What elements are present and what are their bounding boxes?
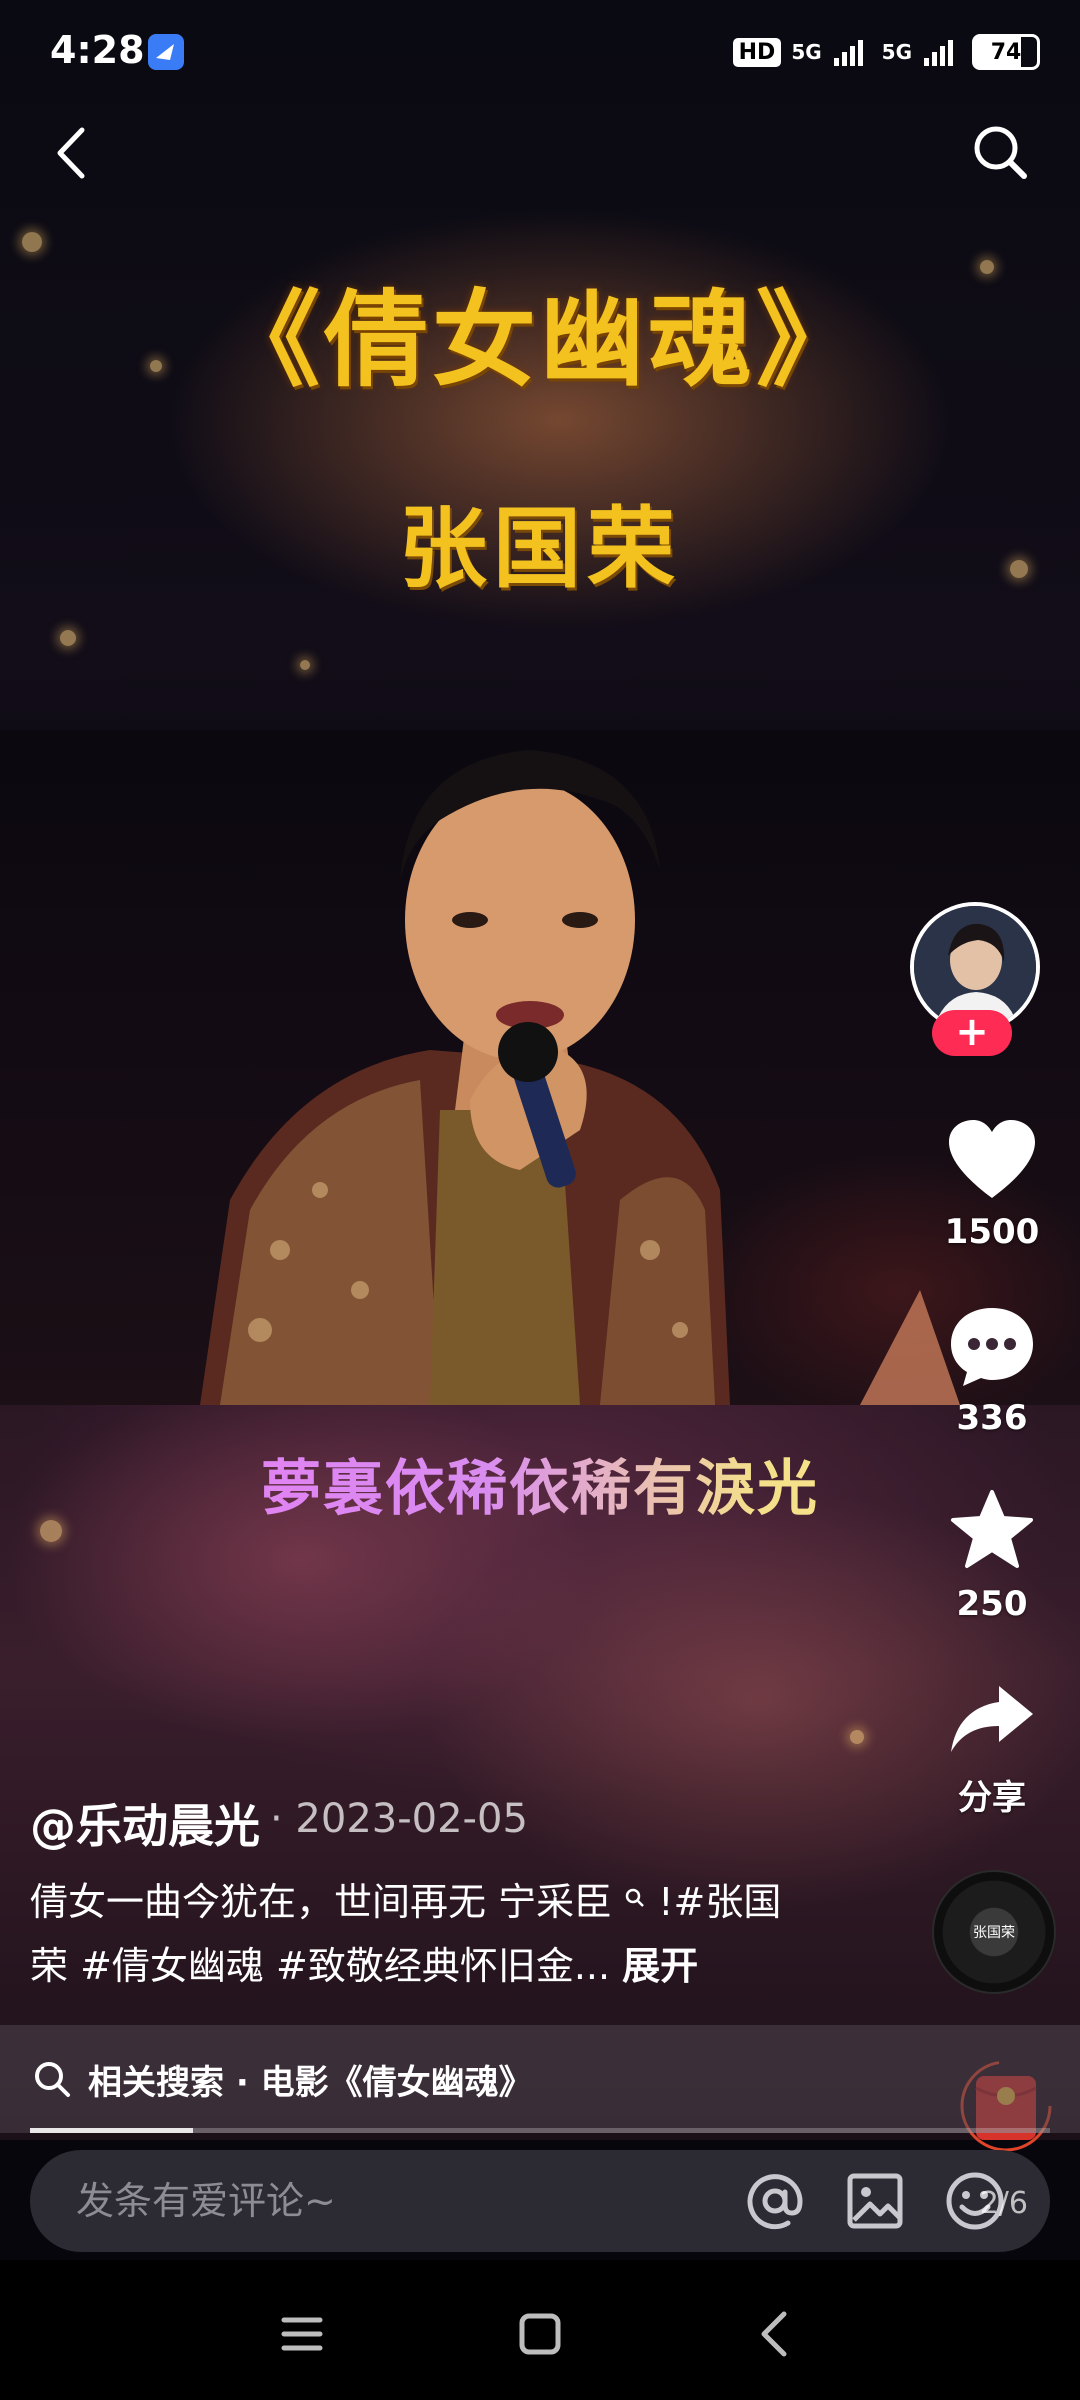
back-icon xyxy=(57,127,85,179)
battery-icon: 74 xyxy=(972,34,1040,70)
share-icon xyxy=(951,1686,1033,1752)
menu-icon xyxy=(281,2317,323,2351)
comment-count: 336 xyxy=(956,1398,1028,1438)
home-button[interactable] xyxy=(518,2312,562,2360)
home-icon xyxy=(519,2313,561,2355)
post-date: · 2023-02-05 xyxy=(270,1796,528,1842)
sparkle xyxy=(22,232,42,252)
star-icon xyxy=(951,1490,1033,1568)
recent-apps-button[interactable] xyxy=(280,2314,324,2358)
comment-bar xyxy=(30,2150,1050,2252)
search-button[interactable] xyxy=(970,122,1030,182)
lyric-subtitle: 夢裏依稀依稀有淚光 xyxy=(0,1440,1080,1527)
page-indicator: 2/6 xyxy=(979,2186,1028,2221)
hd-badge: HD xyxy=(732,37,782,67)
description-text: 倩女一曲今犹在，世间再无 宁采臣 xyxy=(30,1880,613,1924)
image-icon xyxy=(847,2173,903,2229)
search-icon xyxy=(35,2062,70,2097)
video-singer-overlay: 张国荣 xyxy=(398,496,681,600)
comment-icon xyxy=(951,1308,1033,1386)
system-nav-bar xyxy=(0,2260,1080,2400)
like-button[interactable]: 1500 xyxy=(932,1118,1052,1252)
sparkle xyxy=(60,630,76,646)
mention-button[interactable] xyxy=(740,2166,810,2236)
performer-illustration xyxy=(200,750,960,1405)
post-description: 倩女一曲今犹在，世间再无 宁采臣 !#张国荣 #倩女幽魂 #致敬经典怀旧金...… xyxy=(30,1870,810,1998)
signal-icon xyxy=(924,40,953,66)
favorite-count: 250 xyxy=(956,1584,1028,1624)
network-5g-label: 5G xyxy=(791,40,822,64)
sparkle xyxy=(850,1730,864,1744)
comment-button[interactable]: 336 xyxy=(932,1304,1052,1438)
signal-icon xyxy=(833,40,863,66)
back-nav-icon xyxy=(761,2311,787,2357)
nav-back-button[interactable] xyxy=(756,2310,792,2362)
search-icon[interactable] xyxy=(624,1887,646,1909)
search-icon xyxy=(974,126,1027,179)
music-disc[interactable]: 张国荣 xyxy=(932,1870,1056,1994)
related-search-bar[interactable]: 相关搜索 · 电影《倩女幽魂》 xyxy=(0,2025,1080,2133)
share-label: 分享 xyxy=(958,1778,1026,1818)
author-name[interactable]: @乐动晨光 xyxy=(30,1790,260,1856)
notification-app-icon xyxy=(148,34,184,70)
heart-icon xyxy=(949,1120,1035,1198)
comment-input[interactable] xyxy=(74,2178,740,2224)
favorite-button[interactable]: 250 xyxy=(932,1488,1052,1624)
sparkle xyxy=(300,660,310,670)
share-button[interactable]: 分享 xyxy=(932,1680,1052,1819)
video-progress-fill xyxy=(30,2128,194,2133)
follow-button[interactable]: + xyxy=(932,1010,1012,1056)
video-title-overlay: 《倩女幽魂》 xyxy=(215,278,864,401)
back-button[interactable] xyxy=(48,126,98,180)
network-5g-label: 5G xyxy=(881,40,912,64)
performer-frame xyxy=(0,730,1080,1405)
at-icon xyxy=(747,2174,803,2230)
status-indicators: HD 5G 5G 74 xyxy=(732,30,1040,74)
expand-link[interactable]: 展开 xyxy=(622,1944,698,1988)
image-button[interactable] xyxy=(840,2166,910,2236)
music-disc-label: 张国荣 xyxy=(973,1925,1015,1941)
related-search-label: 相关搜索 · 电影《倩女幽魂》 xyxy=(88,2062,533,2103)
status-time: 4:28 xyxy=(50,28,145,72)
like-count: 1500 xyxy=(944,1212,1040,1252)
